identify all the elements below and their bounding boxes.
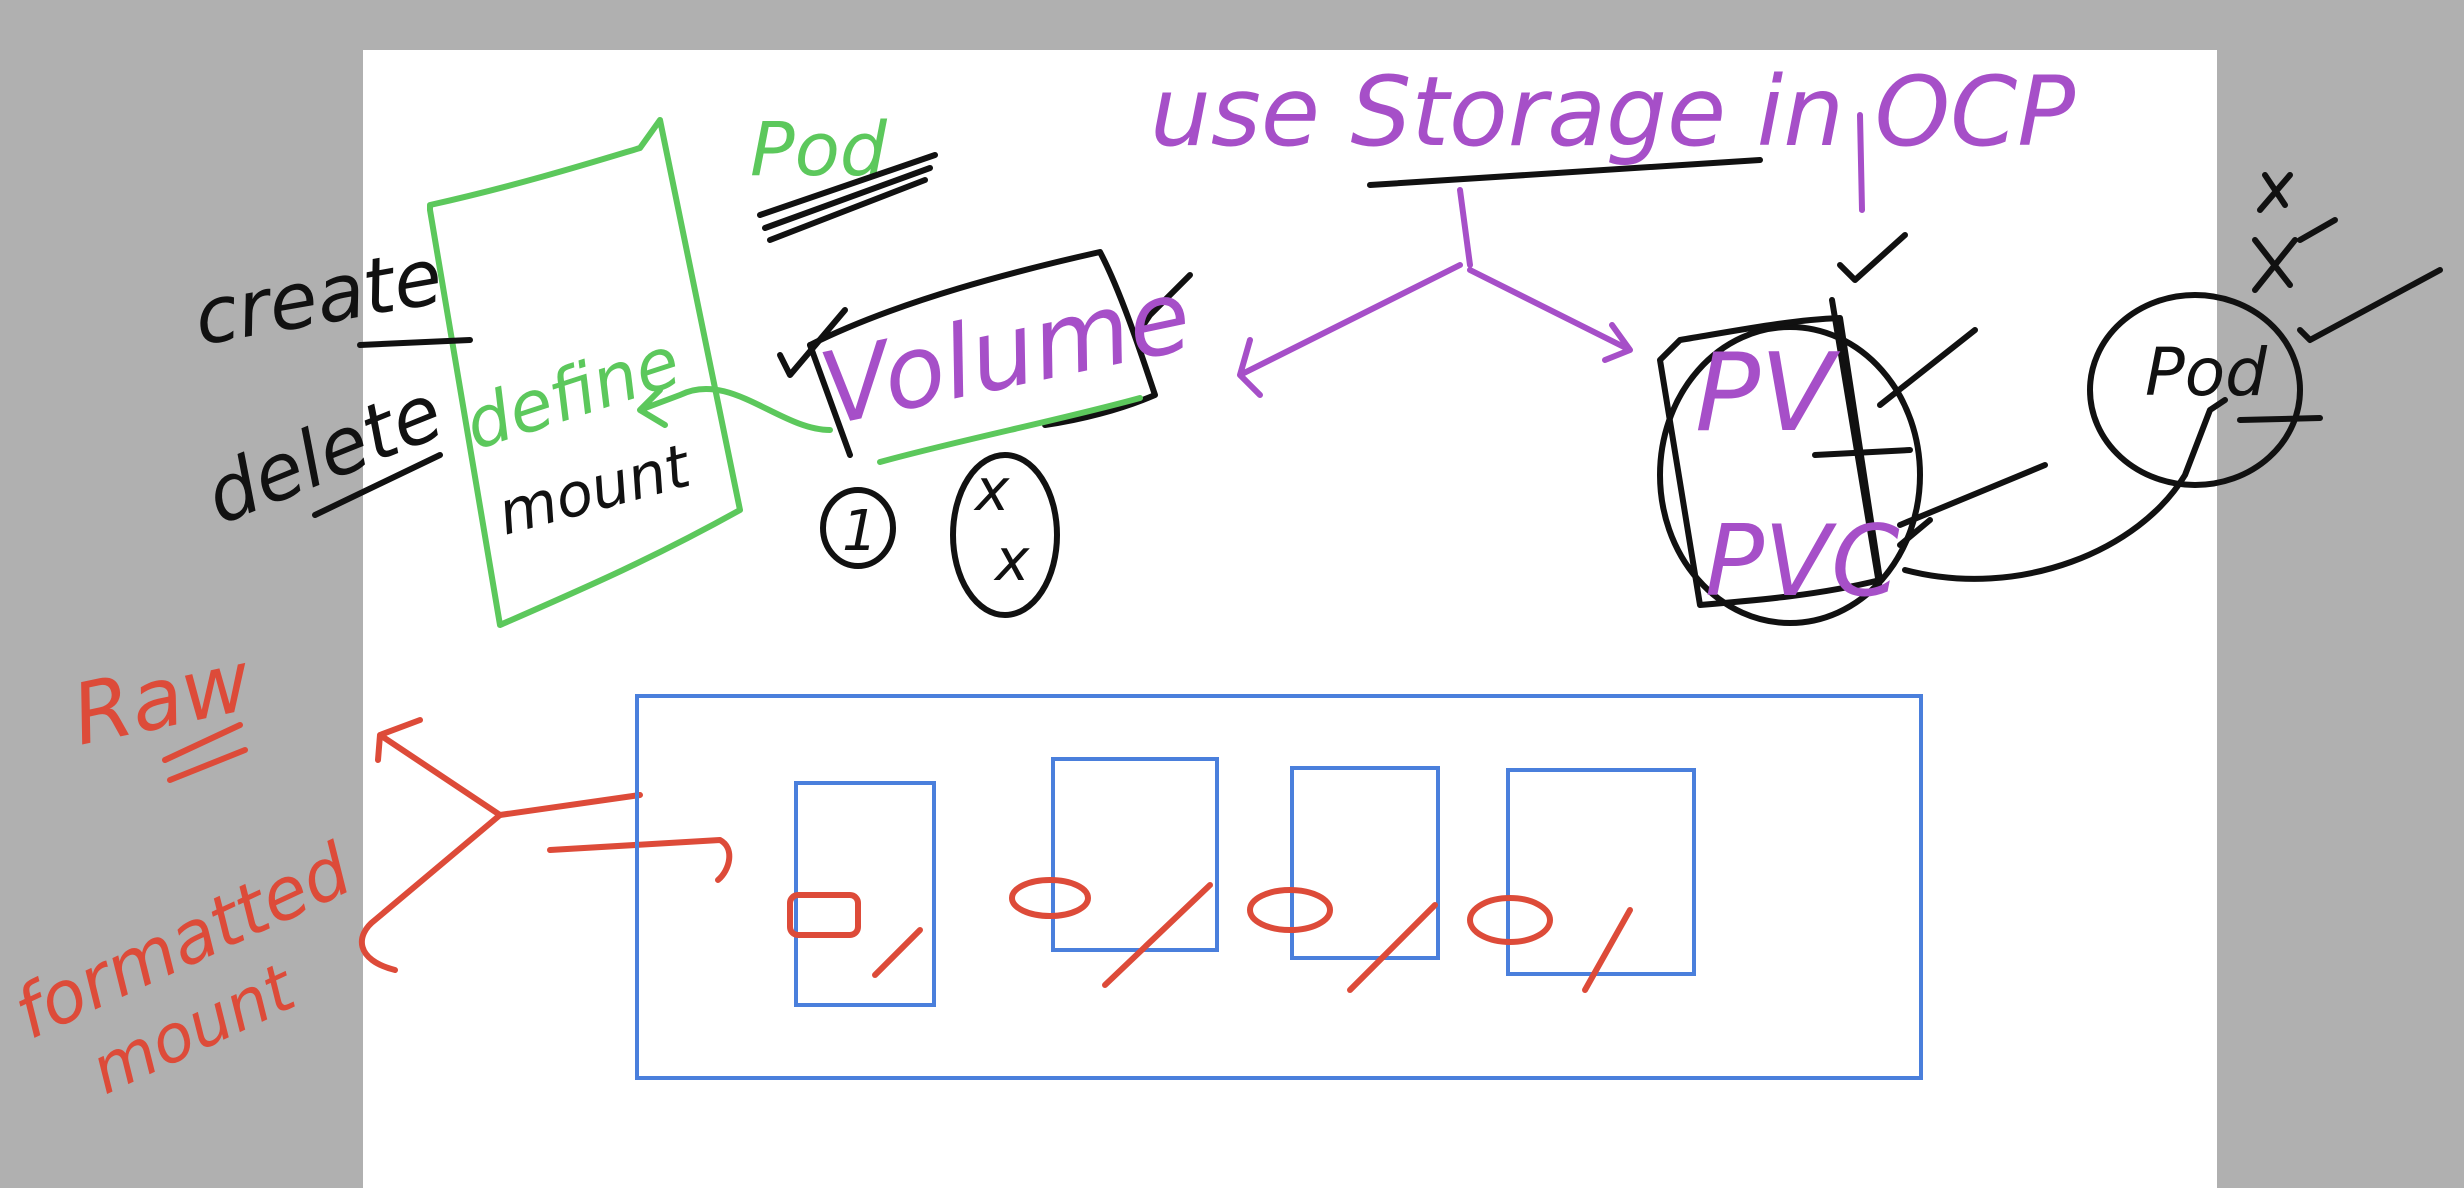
note-title: use Storage in OCP	[1150, 56, 2075, 168]
note-circle-one: 1	[842, 499, 878, 564]
note-raw: Raw	[64, 632, 259, 765]
title-tick	[1857, 112, 1865, 213]
note-x-upper: x	[973, 456, 1010, 524]
note-x-lower: x	[993, 526, 1030, 594]
whiteboard-canvas: Pod define mount create delete Volume 1 …	[2, 50, 2443, 1188]
note-pv: PV	[1695, 331, 1841, 456]
note-pvc: PVC	[1705, 505, 1900, 619]
whiteboard-page	[363, 50, 2217, 1188]
note-pod-right: Pod	[2145, 334, 2268, 411]
